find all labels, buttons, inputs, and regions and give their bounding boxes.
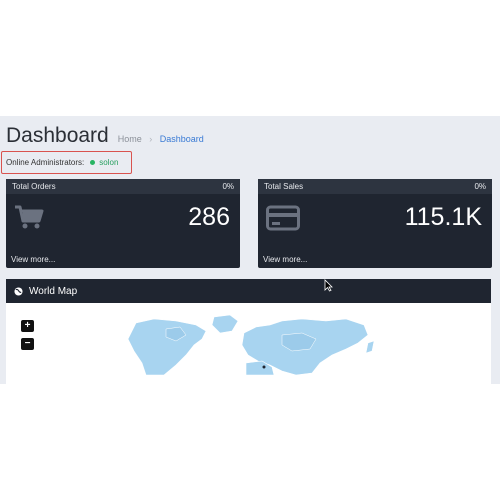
- breadcrumb-separator: ›: [149, 134, 153, 144]
- dashboard-page: Dashboard Home › Dashboard Online Admini…: [0, 116, 500, 384]
- total-orders-card: Total Orders 0% 286 View more...: [6, 179, 240, 268]
- map-title: World Map: [29, 285, 78, 297]
- card-value: 115.1K: [404, 203, 482, 231]
- zoom-in-button[interactable]: +: [21, 320, 34, 332]
- world-map[interactable]: [106, 315, 386, 375]
- breadcrumb: Home › Dashboard: [118, 134, 204, 144]
- zoom-out-button[interactable]: −: [21, 338, 34, 350]
- view-more-link[interactable]: View more...: [263, 255, 307, 264]
- online-user[interactable]: solon: [99, 158, 118, 167]
- world-map-panel: World Map + −: [6, 279, 491, 384]
- card-title: Total Sales: [264, 182, 304, 191]
- globe-icon: [14, 286, 23, 296]
- breadcrumb-home[interactable]: Home: [118, 134, 142, 144]
- card-header: Total Sales 0%: [258, 179, 492, 194]
- card-value: 286: [188, 203, 230, 231]
- mouse-pointer-icon: [324, 279, 333, 292]
- card-percent: 0%: [222, 182, 234, 191]
- title-row: Dashboard Home › Dashboard: [6, 124, 204, 148]
- card-header: Total Orders 0%: [6, 179, 240, 194]
- view-more-link[interactable]: View more...: [11, 255, 55, 264]
- credit-card-icon: [266, 205, 300, 231]
- page-title: Dashboard: [6, 124, 109, 147]
- breadcrumb-current[interactable]: Dashboard: [160, 134, 204, 144]
- map-header: World Map: [6, 279, 491, 303]
- online-label: Online Administrators:: [6, 158, 85, 167]
- card-title: Total Orders: [12, 182, 56, 191]
- card-percent: 0%: [474, 182, 486, 191]
- online-administrators: Online Administrators: solon: [1, 151, 132, 174]
- online-status-dot-icon: [90, 160, 96, 165]
- shopping-cart-icon: [15, 205, 44, 229]
- total-sales-card: Total Sales 0% 115.1K View more...: [258, 179, 492, 268]
